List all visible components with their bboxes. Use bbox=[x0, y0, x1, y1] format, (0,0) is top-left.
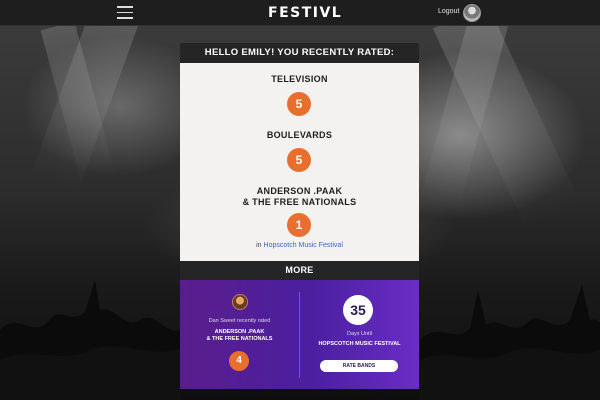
friend-band-line1: ANDERSON .PAAK bbox=[214, 329, 265, 335]
rating-badge: 5 bbox=[287, 92, 311, 116]
festival-link[interactable]: Hopscotch Music Festival bbox=[264, 242, 343, 249]
countdown-festival-name: HOPSCOTCH MUSIC FESTIVAL bbox=[318, 341, 401, 347]
ratings-list: TELEVISION 5 BOULEVARDS 5 ANDERSON .PAAK… bbox=[180, 63, 419, 261]
countdown-days: 35 bbox=[343, 295, 373, 325]
days-until-label: Days Until bbox=[346, 331, 373, 337]
rated-band-name: TELEVISION bbox=[271, 74, 328, 84]
recent-ratings-card: HELLO EMILY! YOU RECENTLY RATED: TELEVIS… bbox=[180, 43, 419, 389]
more-panel: Dan Sweet recently rated ANDERSON .PAAK … bbox=[180, 280, 419, 389]
festival-line: in Hopscotch Music Festival bbox=[180, 242, 419, 249]
user-avatar[interactable] bbox=[463, 4, 481, 22]
card-header: HELLO EMILY! YOU RECENTLY RATED: bbox=[180, 43, 419, 67]
friend-avatar[interactable] bbox=[232, 294, 248, 310]
more-section-header: MORE bbox=[180, 261, 419, 284]
rated-band-name: BOULEVARDS bbox=[266, 130, 333, 140]
friend-rating-badge: 4 bbox=[229, 351, 249, 371]
festival-prefix: in bbox=[256, 242, 262, 249]
rating-badge: 5 bbox=[287, 148, 311, 172]
top-nav-bar: FESTIVL Logout bbox=[0, 0, 600, 26]
friend-rated-band: ANDERSON .PAAK & THE FREE NATIONALS bbox=[180, 329, 299, 343]
rated-band-name-line1: ANDERSON .PAAK bbox=[256, 186, 343, 196]
friend-band-line2: & THE FREE NATIONALS bbox=[206, 336, 273, 342]
rated-band-name-line2: & THE FREE NATIONALS bbox=[242, 197, 357, 207]
hamburger-menu-icon[interactable] bbox=[117, 6, 133, 20]
rating-badge: 1 bbox=[287, 213, 311, 237]
festivl-logo[interactable]: FESTIVL bbox=[268, 5, 342, 21]
rate-bands-button[interactable]: RATE BANDS bbox=[320, 360, 398, 372]
logout-link[interactable]: Logout bbox=[438, 8, 459, 15]
friend-activity-text: Dan Sweet recently rated bbox=[208, 318, 271, 324]
